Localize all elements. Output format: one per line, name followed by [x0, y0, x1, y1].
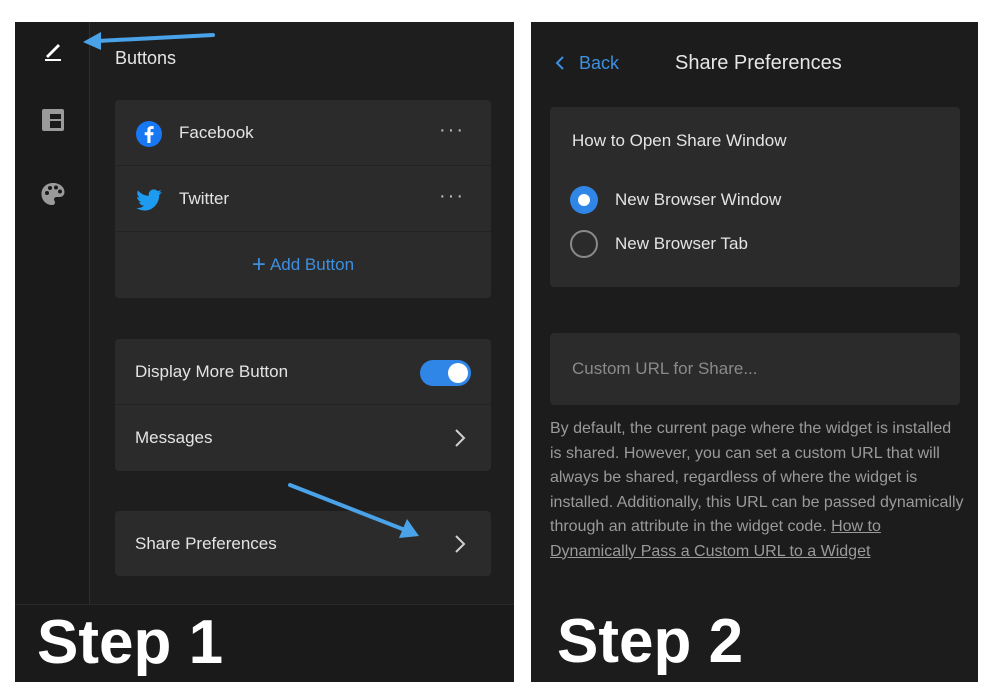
display-more-button-row: Display More Button — [115, 339, 491, 405]
list-item-facebook[interactable]: Facebook ··· — [115, 100, 491, 166]
share-preferences-label: Share Preferences — [135, 534, 277, 553]
custom-url-input[interactable] — [550, 333, 960, 405]
facebook-icon — [135, 120, 163, 148]
pencil-icon[interactable] — [39, 36, 67, 64]
section-title-buttons: Buttons — [115, 48, 177, 68]
open-window-title: How to Open Share Window — [572, 131, 787, 150]
step1-panel: Buttons Facebook ··· Twitter ··· + Add Bu… — [15, 22, 514, 682]
back-label: Back — [579, 53, 620, 73]
twitter-more-menu[interactable]: ··· — [439, 166, 465, 226]
page-title: Share Preferences — [675, 52, 842, 74]
share-preferences-card: Share Preferences — [115, 511, 491, 576]
add-button[interactable]: + Add Button — [115, 232, 491, 298]
share-preferences-row[interactable]: Share Preferences — [115, 511, 491, 576]
radio-label-tab: New Browser Tab — [615, 234, 748, 253]
back-button[interactable]: Back — [555, 52, 619, 74]
messages-label: Messages — [135, 428, 213, 447]
twitter-label: Twitter — [179, 189, 230, 208]
add-button-row: + Add Button — [115, 232, 491, 298]
step1-caption: Step 1 — [37, 608, 224, 677]
display-more-label: Display More Button — [135, 362, 289, 381]
display-more-toggle[interactable] — [420, 360, 471, 386]
step2-caption: Step 2 — [557, 607, 744, 676]
plus-icon: + — [251, 251, 266, 278]
chevron-right-icon — [455, 429, 466, 447]
twitter-icon — [135, 186, 163, 214]
add-button-label: Add Button — [269, 255, 355, 274]
palette-icon[interactable] — [39, 180, 67, 208]
facebook-label: Facebook — [179, 123, 254, 142]
display-options-card: Display More Button Messages — [115, 339, 491, 471]
step2-caption-bar: Step 2 — [531, 604, 978, 682]
open-window-card: How to Open Share Window New Browser Win… — [550, 107, 960, 287]
radio-selected-icon[interactable] — [570, 186, 598, 214]
help-description: By default, the current page where the w… — [550, 420, 964, 535]
help-text: By default, the current page where the w… — [550, 417, 965, 564]
list-item-twitter[interactable]: Twitter ··· — [115, 166, 491, 232]
buttons-list-card: Facebook ··· Twitter ··· + Add Button — [115, 100, 491, 298]
step1-caption-bar: Step 1 — [15, 604, 514, 682]
chevron-right-icon — [455, 535, 466, 553]
radio-unselected-icon[interactable] — [570, 230, 598, 258]
chevron-left-icon — [555, 56, 564, 70]
layout-icon[interactable] — [39, 106, 67, 134]
facebook-more-menu[interactable]: ··· — [439, 100, 465, 160]
editor-icon-rail — [15, 22, 90, 604]
step2-panel: Back Share Preferences How to Open Share… — [531, 22, 978, 682]
radio-label-window: New Browser Window — [615, 190, 782, 209]
messages-row[interactable]: Messages — [115, 405, 491, 471]
toggle-knob — [448, 363, 468, 383]
